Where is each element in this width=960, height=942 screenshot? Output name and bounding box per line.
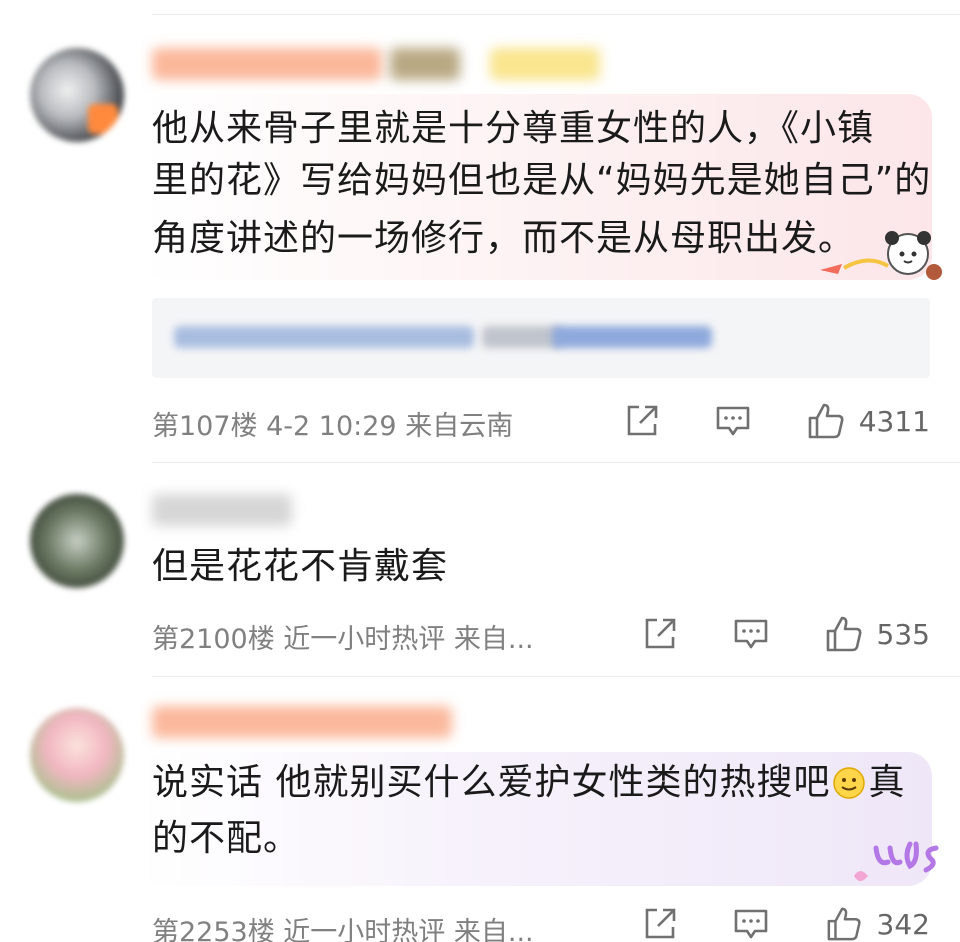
user-badge-blurred xyxy=(390,48,460,80)
comment-meta: 第107楼 4-2 10:29 来自云南 xyxy=(152,411,514,442)
avatar[interactable] xyxy=(30,708,124,802)
comment-actions: 342 xyxy=(643,906,930,942)
comment-meta: 第2253楼 近一小时热评 来自... xyxy=(152,917,534,942)
comment-icon[interactable] xyxy=(733,617,769,651)
comment-actions: 535 xyxy=(643,615,930,653)
avatar[interactable] xyxy=(30,48,124,142)
comment-icon[interactable] xyxy=(733,907,769,941)
panda-sticker-icon xyxy=(818,228,942,288)
comment-text-line: 说实话 他就别买什么爱护女性类的热搜吧 真 xyxy=(152,752,905,814)
yyds-sticker-icon xyxy=(848,836,948,892)
reply-preview-blurred xyxy=(482,326,562,348)
avatar[interactable] xyxy=(30,494,124,588)
share-icon[interactable] xyxy=(643,907,677,941)
reply-preview-blurred xyxy=(174,326,474,348)
username-blurred[interactable] xyxy=(152,494,292,526)
comment-divider xyxy=(152,462,960,463)
comment-meta: 第2100楼 近一小时热评 来自... xyxy=(152,624,534,655)
share-icon[interactable] xyxy=(625,404,659,438)
comment-text-line: 但是花花不肯戴套 xyxy=(152,546,449,587)
comment-text-line: 角度讲述的一场修行，而不是从母职出发。 xyxy=(152,218,856,259)
comment-text-segment: 说实话 他就别买什么爱护女性类的热搜吧 xyxy=(152,762,831,803)
comment-text-line: 的不配。 xyxy=(152,818,301,859)
share-icon[interactable] xyxy=(643,617,677,651)
like-count: 535 xyxy=(876,617,930,651)
comment-text-line: 里的花》写给妈妈但也是从“妈妈先是她自己”的 xyxy=(152,160,932,201)
comment-divider xyxy=(152,676,960,677)
reply-preview-blurred xyxy=(552,326,712,348)
top-divider xyxy=(152,14,960,15)
thumbs-up-icon[interactable] xyxy=(825,906,863,942)
reply-preview-box[interactable] xyxy=(152,298,930,378)
comment-actions: 4311 xyxy=(625,402,930,440)
username-blurred[interactable] xyxy=(152,706,452,738)
comment-text-segment: 真 xyxy=(868,762,906,803)
thumbs-up-icon[interactable] xyxy=(825,615,863,653)
comment-icon[interactable] xyxy=(715,404,751,438)
like-count: 4311 xyxy=(858,404,930,438)
like-count: 342 xyxy=(876,907,930,941)
smile-emoji-icon xyxy=(832,766,866,800)
thumbs-up-icon[interactable] xyxy=(807,402,845,440)
username-blurred[interactable] xyxy=(152,48,382,80)
user-level-blurred xyxy=(490,48,600,80)
